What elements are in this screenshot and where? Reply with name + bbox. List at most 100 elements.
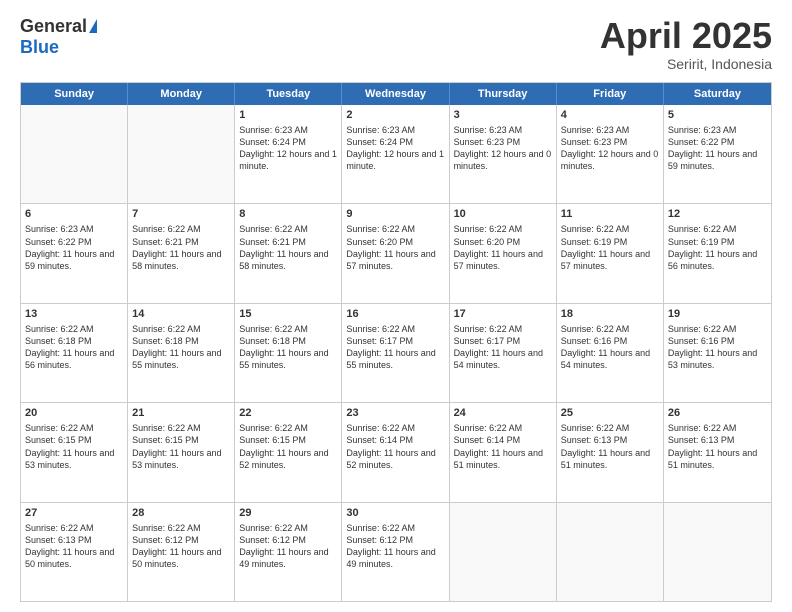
day-detail: Sunrise: 6:23 AM Sunset: 6:23 PM Dayligh…: [454, 124, 552, 173]
day-detail: Sunrise: 6:22 AM Sunset: 6:14 PM Dayligh…: [346, 422, 444, 471]
day-number: 25: [561, 406, 659, 420]
calendar-cell: 23 Sunrise: 6:22 AM Sunset: 6:14 PM Dayli…: [342, 403, 449, 501]
calendar-cell: [557, 503, 664, 601]
day-detail: Sunrise: 6:23 AM Sunset: 6:24 PM Dayligh…: [239, 124, 337, 173]
day-number: 9: [346, 207, 444, 221]
calendar-header-thursday: Thursday: [450, 83, 557, 105]
calendar-header-sunday: Sunday: [21, 83, 128, 105]
calendar-header-saturday: Saturday: [664, 83, 771, 105]
calendar-cell: 8 Sunrise: 6:22 AM Sunset: 6:21 PM Daylig…: [235, 204, 342, 302]
calendar-cell: 20Sunrise: 6:22 AM Sunset: 6:15 PM Dayli…: [21, 403, 128, 501]
calendar-cell: 19Sunrise: 6:22 AM Sunset: 6:16 PM Dayli…: [664, 304, 771, 402]
day-detail: Sunrise: 6:22 AM Sunset: 6:18 PM Dayligh…: [239, 323, 337, 372]
calendar-cell: 5Sunrise: 6:23 AM Sunset: 6:22 PM Daylig…: [664, 105, 771, 203]
calendar-cell: [21, 105, 128, 203]
day-detail: Sunrise: 6:22 AM Sunset: 6:13 PM Dayligh…: [25, 522, 123, 571]
title-block: April 2025 Seririt, Indonesia: [600, 16, 772, 72]
calendar-cell: 22 Sunrise: 6:22 AM Sunset: 6:15 PM Dayli…: [235, 403, 342, 501]
calendar-header-tuesday: Tuesday: [235, 83, 342, 105]
calendar-cell: 17Sunrise: 6:22 AM Sunset: 6:17 PM Dayli…: [450, 304, 557, 402]
day-detail: Sunrise: 6:22 AM Sunset: 6:13 PM Dayligh…: [561, 422, 659, 471]
day-detail: Sunrise: 6:22 AM Sunset: 6:21 PM Dayligh…: [239, 223, 337, 272]
day-detail: Sunrise: 6:22 AM Sunset: 6:17 PM Dayligh…: [346, 323, 444, 372]
day-detail: Sunrise: 6:22 AM Sunset: 6:18 PM Dayligh…: [25, 323, 123, 372]
day-number: 29: [239, 506, 337, 520]
day-detail: Sunrise: 6:22 AM Sunset: 6:15 PM Dayligh…: [25, 422, 123, 471]
calendar-week-3: 13 Sunrise: 6:22 AM Sunset: 6:18 PM Dayli…: [21, 304, 771, 403]
day-detail: Sunrise: 6:22 AM Sunset: 6:21 PM Dayligh…: [132, 223, 230, 272]
calendar-cell: 24Sunrise: 6:22 AM Sunset: 6:14 PM Dayli…: [450, 403, 557, 501]
calendar-week-1: 1 Sunrise: 6:23 AM Sunset: 6:24 PM Daylig…: [21, 105, 771, 204]
calendar-cell: 13 Sunrise: 6:22 AM Sunset: 6:18 PM Dayli…: [21, 304, 128, 402]
day-detail: Sunrise: 6:22 AM Sunset: 6:15 PM Dayligh…: [132, 422, 230, 471]
day-detail: Sunrise: 6:22 AM Sunset: 6:13 PM Dayligh…: [668, 422, 767, 471]
calendar-cell: 15 Sunrise: 6:22 AM Sunset: 6:18 PM Dayli…: [235, 304, 342, 402]
day-number: 22: [239, 406, 337, 420]
calendar-cell: 2 Sunrise: 6:23 AM Sunset: 6:24 PM Daylig…: [342, 105, 449, 203]
day-number: 2: [346, 108, 444, 122]
calendar-cell: 9 Sunrise: 6:22 AM Sunset: 6:20 PM Daylig…: [342, 204, 449, 302]
calendar-header-friday: Friday: [557, 83, 664, 105]
day-number: 1: [239, 108, 337, 122]
day-number: 10: [454, 207, 552, 221]
logo-general-text: General: [20, 16, 87, 37]
calendar-week-2: 6 Sunrise: 6:23 AM Sunset: 6:22 PM Daylig…: [21, 204, 771, 303]
calendar-cell: 14 Sunrise: 6:22 AM Sunset: 6:18 PM Dayli…: [128, 304, 235, 402]
page: General Blue April 2025 Seririt, Indones…: [0, 0, 792, 612]
calendar-cell: 7 Sunrise: 6:22 AM Sunset: 6:21 PM Daylig…: [128, 204, 235, 302]
day-number: 18: [561, 307, 659, 321]
day-number: 3: [454, 108, 552, 122]
logo: General Blue: [20, 16, 97, 58]
day-detail: Sunrise: 6:22 AM Sunset: 6:15 PM Dayligh…: [239, 422, 337, 471]
calendar-cell: 6 Sunrise: 6:23 AM Sunset: 6:22 PM Daylig…: [21, 204, 128, 302]
day-number: 27: [25, 506, 123, 520]
day-number: 7: [132, 207, 230, 221]
day-number: 4: [561, 108, 659, 122]
calendar-cell: [664, 503, 771, 601]
day-number: 14: [132, 307, 230, 321]
calendar: SundayMondayTuesdayWednesdayThursdayFrid…: [20, 82, 772, 602]
day-detail: Sunrise: 6:22 AM Sunset: 6:18 PM Dayligh…: [132, 323, 230, 372]
day-number: 23: [346, 406, 444, 420]
day-number: 19: [668, 307, 767, 321]
calendar-cell: 10 Sunrise: 6:22 AM Sunset: 6:20 PM Dayli…: [450, 204, 557, 302]
calendar-cell: 29 Sunrise: 6:22 AM Sunset: 6:12 PM Dayli…: [235, 503, 342, 601]
day-number: 21: [132, 406, 230, 420]
day-number: 11: [561, 207, 659, 221]
day-number: 8: [239, 207, 337, 221]
header: General Blue April 2025 Seririt, Indones…: [20, 16, 772, 72]
calendar-cell: 11 Sunrise: 6:22 AM Sunset: 6:19 PM Dayli…: [557, 204, 664, 302]
day-detail: Sunrise: 6:22 AM Sunset: 6:12 PM Dayligh…: [239, 522, 337, 571]
calendar-cell: 25 Sunrise: 6:22 AM Sunset: 6:13 PM Dayli…: [557, 403, 664, 501]
day-detail: Sunrise: 6:23 AM Sunset: 6:22 PM Dayligh…: [25, 223, 123, 272]
day-number: 28: [132, 506, 230, 520]
calendar-week-4: 20Sunrise: 6:22 AM Sunset: 6:15 PM Dayli…: [21, 403, 771, 502]
logo-blue-text: Blue: [20, 37, 59, 58]
logo-triangle-icon: [89, 19, 97, 33]
day-detail: Sunrise: 6:22 AM Sunset: 6:20 PM Dayligh…: [454, 223, 552, 272]
calendar-cell: 21 Sunrise: 6:22 AM Sunset: 6:15 PM Dayli…: [128, 403, 235, 501]
day-number: 15: [239, 307, 337, 321]
day-number: 26: [668, 406, 767, 420]
day-detail: Sunrise: 6:23 AM Sunset: 6:22 PM Dayligh…: [668, 124, 767, 173]
day-detail: Sunrise: 6:22 AM Sunset: 6:16 PM Dayligh…: [561, 323, 659, 372]
calendar-cell: 27 Sunrise: 6:22 AM Sunset: 6:13 PM Dayli…: [21, 503, 128, 601]
day-detail: Sunrise: 6:22 AM Sunset: 6:12 PM Dayligh…: [346, 522, 444, 571]
day-detail: Sunrise: 6:22 AM Sunset: 6:20 PM Dayligh…: [346, 223, 444, 272]
day-detail: Sunrise: 6:22 AM Sunset: 6:19 PM Dayligh…: [561, 223, 659, 272]
day-number: 13: [25, 307, 123, 321]
day-detail: Sunrise: 6:22 AM Sunset: 6:14 PM Dayligh…: [454, 422, 552, 471]
calendar-location: Seririt, Indonesia: [600, 56, 772, 72]
calendar-cell: 12Sunrise: 6:22 AM Sunset: 6:19 PM Dayli…: [664, 204, 771, 302]
calendar-cell: [450, 503, 557, 601]
calendar-body: 1 Sunrise: 6:23 AM Sunset: 6:24 PM Daylig…: [21, 105, 771, 601]
calendar-cell: 3 Sunrise: 6:23 AM Sunset: 6:23 PM Daylig…: [450, 105, 557, 203]
calendar-cell: 26 Sunrise: 6:22 AM Sunset: 6:13 PM Dayli…: [664, 403, 771, 501]
day-number: 17: [454, 307, 552, 321]
day-number: 30: [346, 506, 444, 520]
day-number: 6: [25, 207, 123, 221]
calendar-cell: 30 Sunrise: 6:22 AM Sunset: 6:12 PM Dayli…: [342, 503, 449, 601]
day-detail: Sunrise: 6:23 AM Sunset: 6:24 PM Dayligh…: [346, 124, 444, 173]
day-detail: Sunrise: 6:22 AM Sunset: 6:19 PM Dayligh…: [668, 223, 767, 272]
calendar-cell: 16Sunrise: 6:22 AM Sunset: 6:17 PM Dayli…: [342, 304, 449, 402]
